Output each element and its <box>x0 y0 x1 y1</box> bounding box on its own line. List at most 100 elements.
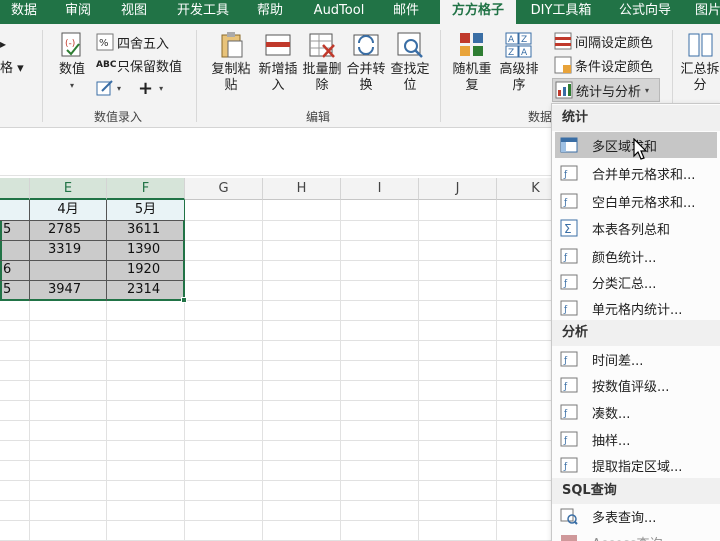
interval-color-button[interactable]: 间隔设定颜色 <box>554 31 653 51</box>
summary-split-icon <box>688 33 713 57</box>
tab-fangfanggezi[interactable]: 方方格子 <box>440 0 516 24</box>
merge-convert-label: 合并转换 <box>346 62 386 93</box>
grid-column-line <box>340 200 341 541</box>
svg-text:A: A <box>508 35 515 45</box>
cell-e3[interactable]: 3319 <box>30 240 106 260</box>
copy-paste-button[interactable]: 复制粘贴 <box>208 30 254 94</box>
svg-text:Z: Z <box>521 35 527 45</box>
sheet-func-icon: ƒ <box>560 274 578 290</box>
cell-f4[interactable]: 1920 <box>107 260 184 280</box>
abc-icon: ABC <box>96 60 117 70</box>
menu-item-blank-cell-sum[interactable]: ƒ 空白单元格求和... <box>555 188 717 214</box>
multi-area-sum-icon <box>560 137 578 153</box>
merge-convert-button[interactable]: 合并转换 <box>346 30 386 94</box>
sheet-func-icon: ƒ <box>560 457 578 473</box>
stats-analysis-menu: 统计 多区域求和 ƒ 合并单元格求和... ƒ 空白单元格求和... Σ 本表各… <box>551 103 720 541</box>
menu-item-extract-range[interactable]: ƒ 提取指定区域... <box>555 452 717 478</box>
menu-item-access-query[interactable]: Access查询... <box>555 529 717 541</box>
value-label: 数值 <box>58 62 85 77</box>
chevron-down-icon: ▾ <box>159 83 164 93</box>
column-header-d[interactable] <box>0 178 30 200</box>
chevron-down-icon: ▾ <box>645 85 650 95</box>
find-magnifier-icon <box>397 32 423 58</box>
summary-split-button[interactable]: 汇总拆分 <box>680 30 720 94</box>
left-partial-arrow[interactable]: ▸ <box>0 34 6 54</box>
cell-d5[interactable]: 5 <box>0 280 29 300</box>
condition-color-button[interactable]: 条件设定颜色 <box>554 55 653 75</box>
numeric-edit-dropdown[interactable]: ▾ <box>96 78 121 98</box>
tab-picture[interactable]: 图片 <box>690 0 720 24</box>
cell-e1[interactable]: 4月 <box>30 200 106 220</box>
menu-item-make-up-number[interactable]: ƒ 凑数... <box>555 399 717 425</box>
random-repeat-button[interactable]: 随机重复 <box>452 30 492 94</box>
column-header-g[interactable]: G <box>185 178 263 200</box>
tab-data[interactable]: 数据 <box>2 0 46 24</box>
percent-round-icon: % <box>96 33 114 51</box>
menu-item-column-totals[interactable]: Σ 本表各列总和 <box>555 215 717 241</box>
menu-item-label: 凑数... <box>592 406 631 422</box>
plus-dropdown[interactable]: + ▾ <box>138 78 164 99</box>
cell-f1[interactable]: 5月 <box>107 200 184 220</box>
tab-formula-wizard[interactable]: 公式向导 <box>612 0 678 24</box>
grid-column-line <box>418 200 419 541</box>
group-separator <box>440 30 441 122</box>
stats-analysis-dropdown[interactable]: 统计与分析 ▾ <box>552 78 660 102</box>
column-header-e[interactable]: E <box>30 178 107 200</box>
menu-item-grade-by-value[interactable]: ƒ 按数值评级... <box>555 372 717 398</box>
tab-view[interactable]: 视图 <box>112 0 156 24</box>
batch-delete-button[interactable]: 批量删除 <box>302 30 342 94</box>
menu-item-label: 抽样... <box>592 433 631 449</box>
cell-f5[interactable]: 2314 <box>107 280 184 300</box>
cell-f2[interactable]: 3611 <box>107 220 184 240</box>
tab-developer[interactable]: 开发工具 <box>170 0 236 24</box>
group-label-edit: 编辑 <box>306 110 331 124</box>
summary-split-label: 汇总拆分 <box>680 62 720 93</box>
group-separator <box>196 30 197 122</box>
svg-text:%: % <box>99 38 109 49</box>
cell-f3[interactable]: 1390 <box>107 240 184 260</box>
tab-review[interactable]: 审阅 <box>56 0 100 24</box>
group-label-numeric: 数值录入 <box>94 110 143 124</box>
menu-item-subtotal[interactable]: ƒ 分类汇总... <box>555 269 717 295</box>
column-header-i[interactable]: I <box>341 178 419 200</box>
interval-color-icon <box>554 32 572 50</box>
tab-audtool[interactable]: AudTool <box>306 0 372 24</box>
menu-item-label: 按数值评级... <box>592 379 670 395</box>
menu-item-sampling[interactable]: ƒ 抽样... <box>555 426 717 452</box>
menu-item-color-stats[interactable]: ƒ 颜色统计... <box>555 243 717 269</box>
find-locate-button[interactable]: 查找定位 <box>390 30 430 94</box>
tab-mail[interactable]: 邮件 <box>384 0 428 24</box>
tab-diy-toolbox[interactable]: DIY工具箱 <box>526 0 596 24</box>
value-icon: (-) <box>61 32 81 57</box>
menu-item-time-diff[interactable]: ƒ 时间差... <box>555 346 717 372</box>
cell-e5[interactable]: 3947 <box>30 280 106 300</box>
left-partial-button[interactable]: 格 ▾ <box>0 56 24 76</box>
menu-section-stats: 统计 <box>552 105 720 131</box>
keep-value-button[interactable]: ABC 只保留数值 <box>96 55 182 75</box>
menu-item-multi-table-query[interactable]: 多表查询... <box>555 503 717 529</box>
column-header-f[interactable]: F <box>107 178 185 200</box>
sheet-func-icon: ƒ <box>560 165 578 181</box>
column-header-j[interactable]: J <box>419 178 497 200</box>
menu-item-label: 合并单元格求和... <box>592 167 696 183</box>
cell-e2[interactable]: 2785 <box>30 220 106 240</box>
column-header-h[interactable]: H <box>263 178 341 200</box>
menu-item-in-cell-stats[interactable]: ƒ 单元格内统计... <box>555 295 717 321</box>
merge-convert-icon <box>353 34 379 56</box>
advanced-sort-button[interactable]: AZZA 高级排序 <box>498 30 540 94</box>
access-icon <box>561 535 577 541</box>
condition-color-label: 条件设定颜色 <box>575 59 654 75</box>
cell-d4[interactable]: 6 <box>0 260 29 280</box>
group-separator <box>42 30 43 122</box>
svg-text:Z: Z <box>508 48 514 58</box>
grid-column-line <box>496 200 497 541</box>
menu-item-merged-cell-sum[interactable]: ƒ 合并单元格求和... <box>555 160 717 186</box>
add-insert-button[interactable]: 新增插入 <box>256 30 300 94</box>
round-button[interactable]: % 四舍五入 <box>96 32 169 52</box>
value-button[interactable]: (-) 数值 ▾ <box>54 30 90 94</box>
menu-item-label: 多表查询... <box>592 510 657 526</box>
tab-help[interactable]: 帮助 <box>248 0 292 24</box>
cell-d2[interactable]: 5 <box>0 220 29 240</box>
sheet-func-icon: ƒ <box>560 404 578 420</box>
edit-pen-icon <box>96 80 113 96</box>
